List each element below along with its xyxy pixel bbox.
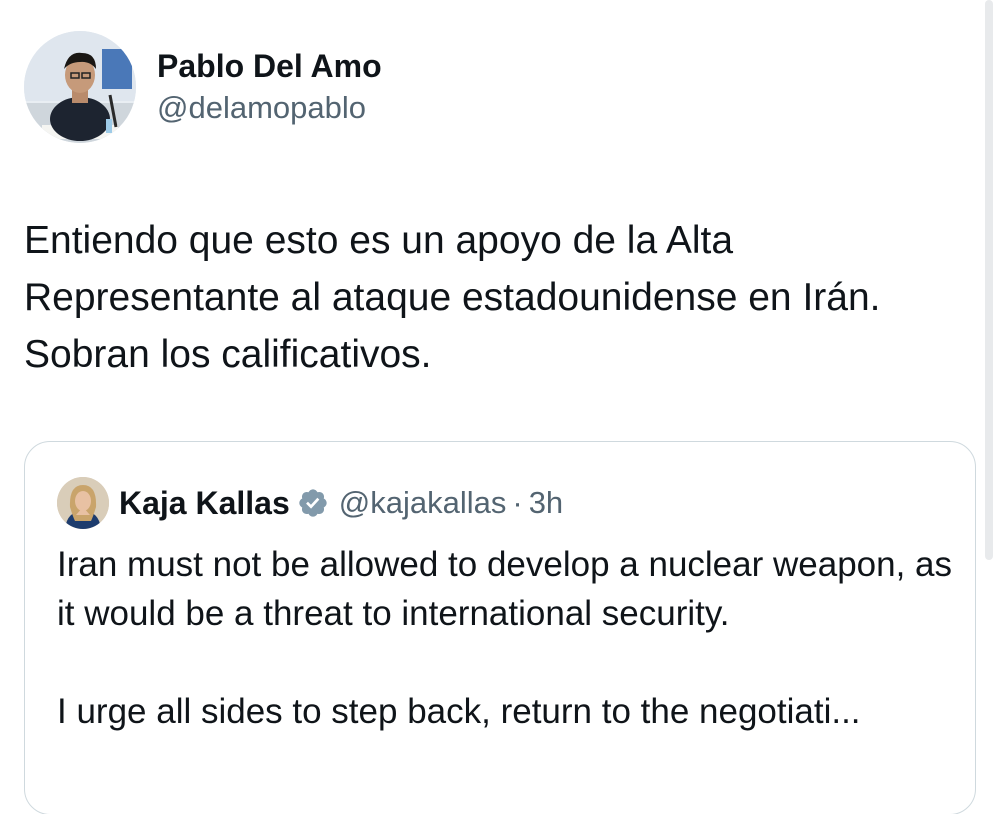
quoted-author-handle[interactable]: @kajakallas [339, 483, 507, 523]
separator-dot: · [512, 485, 523, 520]
author-display-name[interactable]: Pablo Del Amo [157, 47, 382, 85]
quoted-paragraph-1: Iran must not be allowed to develop a nu… [57, 545, 953, 633]
tweet-text: Entiendo que esto es un apoyo de la Alta… [24, 219, 881, 376]
verified-badge-icon [297, 487, 329, 519]
quoted-timestamp[interactable]: 3h [529, 483, 563, 523]
quoted-avatar[interactable] [57, 477, 109, 529]
scrollbar[interactable] [985, 0, 993, 560]
quoted-paragraph-2: I urge all sides to step back, return to… [57, 692, 861, 731]
author-names: Pablo Del Amo @delamopablo [157, 37, 382, 137]
avatar[interactable] [24, 31, 136, 143]
author-handle[interactable]: @delamopablo [157, 88, 382, 128]
quoted-author-name[interactable]: Kaja Kallas [119, 483, 290, 523]
quoted-tweet-header: Kaja Kallas @kajakallas · 3h [57, 476, 563, 530]
tweet-header: Pablo Del Amo @delamopablo [24, 30, 382, 144]
tweet-screenshot: Pablo Del Amo @delamopablo Entiendo que … [0, 0, 1000, 814]
quoted-tweet-text: Iran must not be allowed to develop a nu… [57, 540, 957, 736]
quoted-tweet-card[interactable]: Kaja Kallas @kajakallas · 3h Iran must n… [24, 441, 976, 814]
